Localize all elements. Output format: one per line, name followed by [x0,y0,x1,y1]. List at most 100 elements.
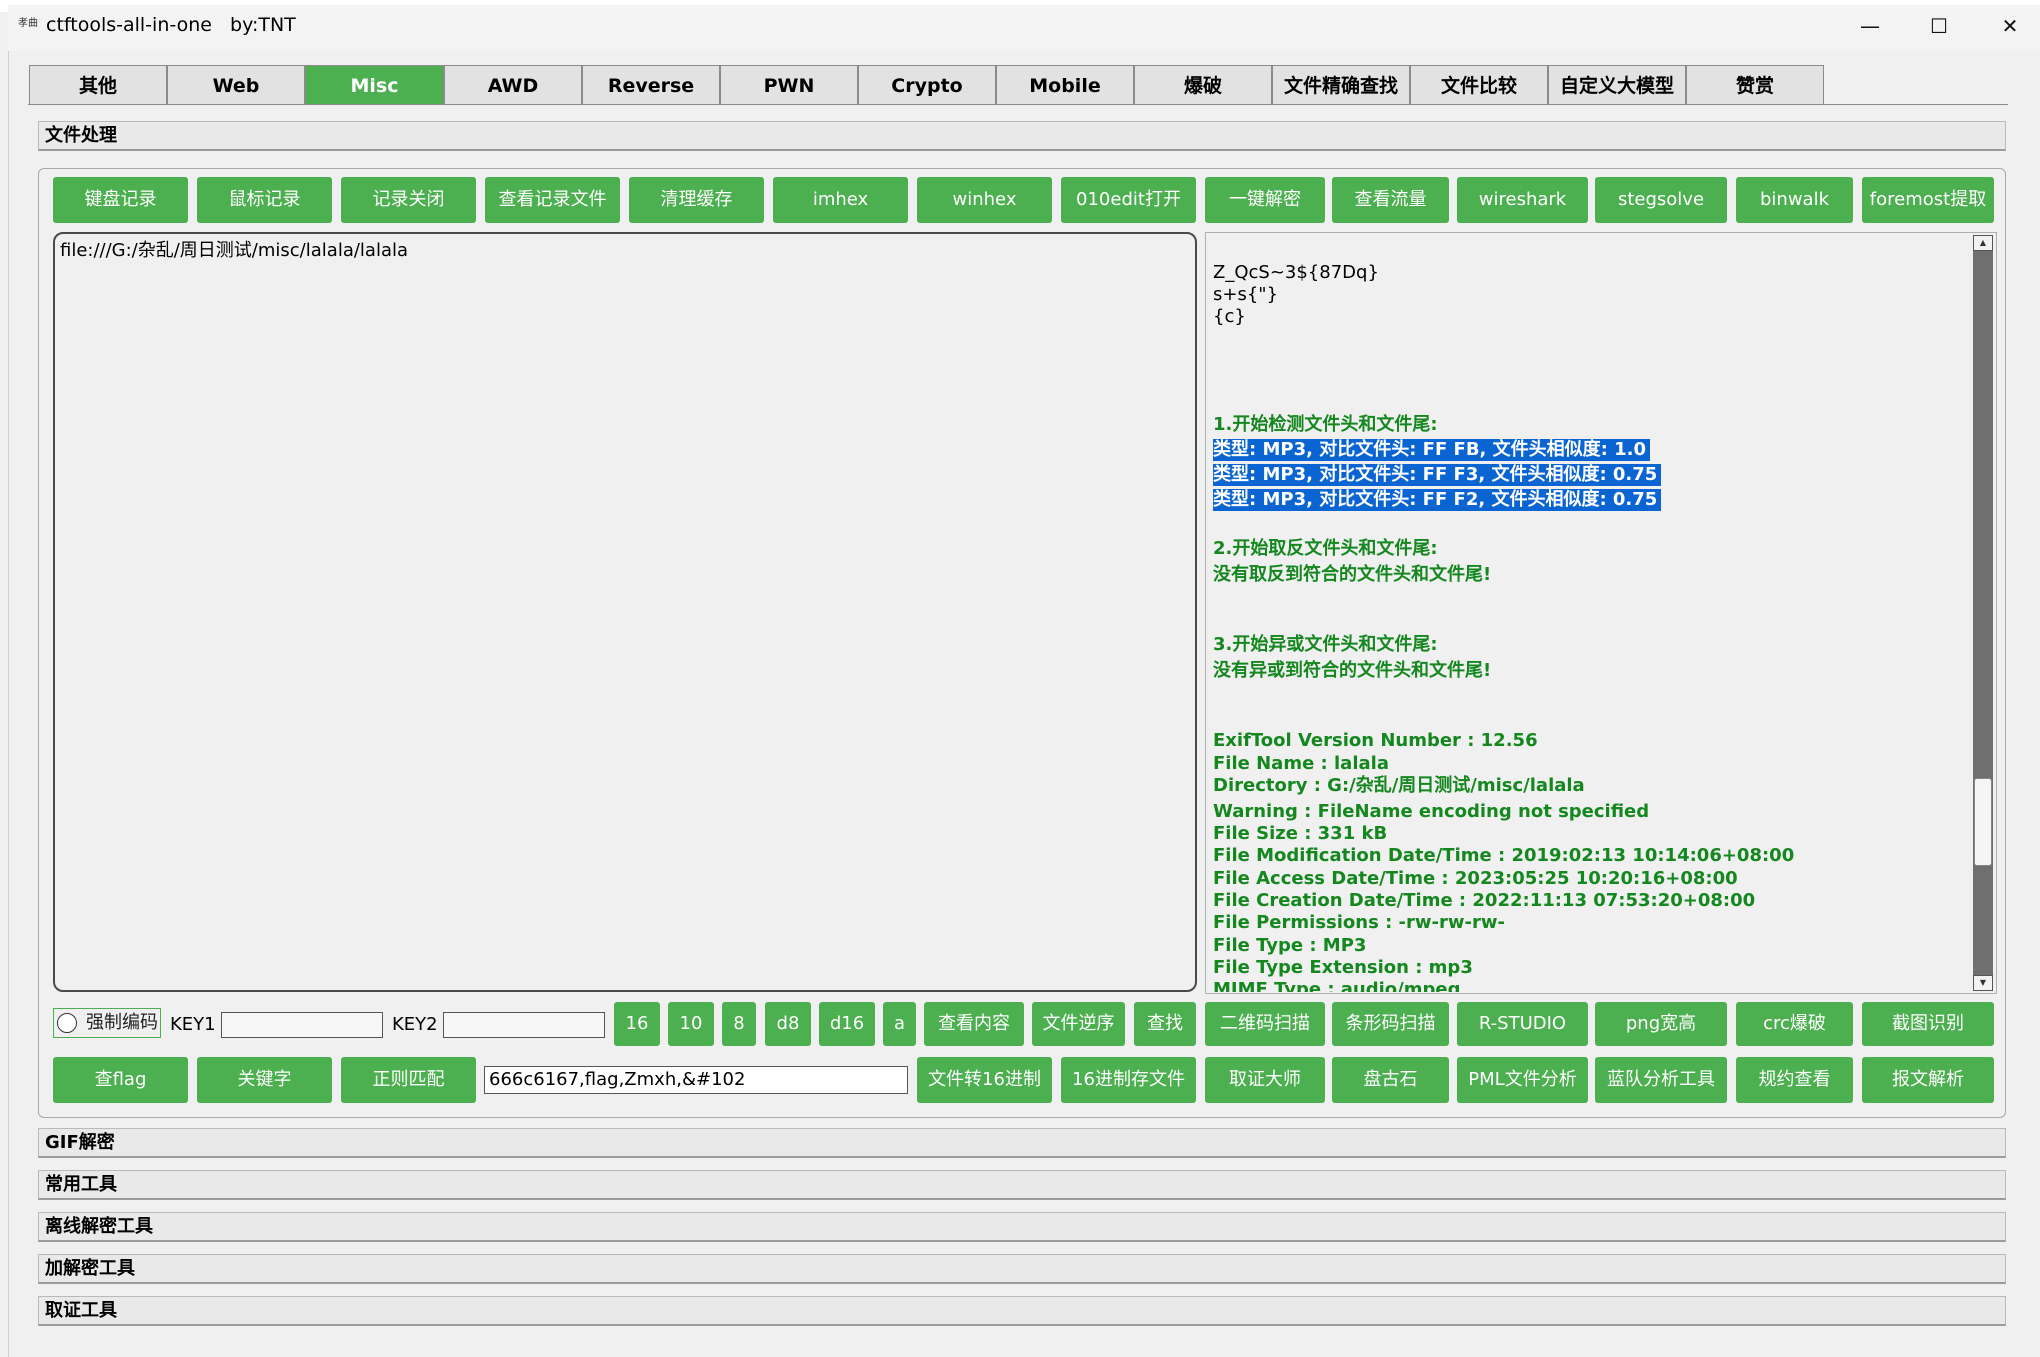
tab-reverse[interactable]: Reverse [582,65,720,105]
output-step1-title: 1.开始检测文件头和文件尾: [1213,414,1438,435]
output-scrollbar[interactable] [1973,235,1993,991]
title-bar [8,5,2040,51]
view-record-file-button[interactable]: 查看记录文件 [485,177,620,223]
hex-save-file-button[interactable]: 16进制存文件 [1061,1057,1196,1103]
base10-button[interactable]: 10 [668,1002,714,1046]
base8-button[interactable]: 8 [722,1002,756,1046]
section-gif-decrypt[interactable]: GIF解密 [38,1128,2006,1158]
d16-button[interactable]: d16 [819,1002,875,1046]
exif-clipped-line: MIME Type : audio/mpeg [1206,978,1972,992]
exif-line: Directory : G:/杂乱/周日测试/misc/lalala [1213,775,1585,796]
section-common-tools[interactable]: 常用工具 [38,1170,2006,1200]
scroll-down-arrow-icon[interactable]: ▼ [1973,975,1993,991]
output-raw-line: {c} [1213,306,1246,327]
file-reverse-button[interactable]: 文件逆序 [1032,1002,1125,1046]
tab-donate[interactable]: 赞赏 [1686,65,1824,105]
pml-analysis-button[interactable]: PML文件分析 [1457,1057,1588,1103]
exif-line: MIME Type : audio/mpeg [1213,979,1461,992]
tab-crypto[interactable]: Crypto [858,65,996,105]
key1-label: KEY1 [170,1014,216,1035]
app-icon: 孝曲 [18,18,38,29]
png-width-height-button[interactable]: png宽高 [1595,1002,1727,1046]
view-traffic-button[interactable]: 查看流量 [1332,177,1449,223]
tab-web[interactable]: Web [167,65,305,105]
find-button[interactable]: 查找 [1134,1002,1196,1046]
close-button[interactable]: ✕ [1990,12,2030,40]
keyboard-record-button[interactable]: 键盘记录 [53,177,188,223]
output-raw-line: s+s{"} [1213,284,1279,305]
binwalk-button[interactable]: binwalk [1736,177,1853,223]
output-step3-title: 3.开始异或文件头和文件尾: [1213,634,1438,655]
keyword-button[interactable]: 关键字 [197,1057,332,1103]
scroll-up-arrow-icon[interactable]: ▲ [1973,235,1993,251]
tab-awd[interactable]: AWD [444,65,582,105]
blue-team-tools-button[interactable]: 蓝队分析工具 [1595,1057,1727,1103]
key2-label: KEY2 [392,1014,438,1035]
foremost-extract-button[interactable]: foremost提取 [1862,177,1994,223]
base16-button[interactable]: 16 [614,1002,660,1046]
output-step1-result: 类型: MP3, 对比文件头: FF F3, 文件头相似度: 0.75 [1213,464,1662,486]
key2-input[interactable] [443,1012,605,1038]
search-pattern-input[interactable]: 666c6167,flag,Zmxh,&#102 [484,1066,908,1094]
exif-line: File Access Date/Time : 2023:05:25 10:20… [1213,868,1738,889]
output-raw-line: Z_QcS~3${87Dq} [1213,262,1379,283]
d8-button[interactable]: d8 [765,1002,811,1046]
output-step1-result: 类型: MP3, 对比文件头: FF FB, 文件头相似度: 1.0 [1213,439,1650,461]
one-click-decrypt-button[interactable]: 一键解密 [1205,177,1325,223]
maximize-button[interactable]: ☐ [1919,12,1959,40]
output-step2-result: 没有取反到符合的文件头和文件尾! [1213,564,1492,585]
tab-file-compare[interactable]: 文件比较 [1410,65,1548,105]
qr-scan-button[interactable]: 二维码扫描 [1205,1002,1325,1046]
section-forensics-tools[interactable]: 取证工具 [38,1296,2006,1326]
section-crypto-tools[interactable]: 加解密工具 [38,1254,2006,1284]
key1-input[interactable] [221,1012,383,1038]
exif-line: File Type Extension : mp3 [1213,957,1473,978]
tab-other[interactable]: 其他 [29,65,167,105]
tab-mobile[interactable]: Mobile [996,65,1134,105]
file-path-textarea[interactable] [53,232,1197,992]
imhex-button[interactable]: imhex [773,177,908,223]
force-encoding-checkbox[interactable] [57,1013,77,1033]
view-content-button[interactable]: 查看内容 [924,1002,1024,1046]
stegsolve-button[interactable]: stegsolve [1595,177,1727,223]
record-close-button[interactable]: 记录关闭 [341,177,476,223]
tab-custom-llm[interactable]: 自定义大模型 [1548,65,1686,105]
packet-parse-button[interactable]: 报文解析 [1862,1057,1994,1103]
scrollbar-thumb[interactable] [1974,778,1992,866]
clear-cache-button[interactable]: 清理缓存 [629,177,764,223]
file-path-text: file:///G:/杂乱/周日测试/misc/lalala/lalala [60,240,409,261]
output-step1-result: 类型: MP3, 对比文件头: FF F2, 文件头相似度: 0.75 [1213,489,1662,511]
exif-line: File Name : lalala [1213,753,1389,774]
tab-file-exact-search[interactable]: 文件精确查找 [1272,65,1410,105]
exif-line: File Creation Date/Time : 2022:11:13 07:… [1213,890,1756,911]
file-to-hex-button[interactable]: 文件转16进制 [917,1057,1052,1103]
exif-line: Warning : FileName encoding not specifie… [1213,801,1650,822]
protocol-view-button[interactable]: 规约查看 [1736,1057,1853,1103]
screenshot-ocr-button[interactable]: 截图识别 [1862,1002,1994,1046]
barcode-scan-button[interactable]: 条形码扫描 [1332,1002,1449,1046]
pangu-stone-button[interactable]: 盘古石 [1332,1057,1449,1103]
mouse-record-button[interactable]: 鼠标记录 [197,177,332,223]
section-file-processing[interactable]: 文件处理 [38,121,2006,151]
winhex-button[interactable]: winhex [917,177,1052,223]
r-studio-button[interactable]: R-STUDIO [1457,1002,1588,1046]
output-step3-result: 没有异或到符合的文件头和文件尾! [1213,660,1492,681]
exif-line: File Modification Date/Time : 2019:02:13… [1213,845,1795,866]
forensics-master-button[interactable]: 取证大师 [1205,1057,1325,1103]
regex-match-button[interactable]: 正则匹配 [341,1057,476,1103]
crc-brute-button[interactable]: crc爆破 [1736,1002,1853,1046]
find-flag-button[interactable]: 查flag [53,1057,188,1103]
exif-line: ExifTool Version Number : 12.56 [1213,730,1538,751]
output-step2-title: 2.开始取反文件头和文件尾: [1213,538,1438,559]
exif-line: File Type : MP3 [1213,935,1367,956]
tab-misc[interactable]: Misc [305,65,444,105]
exif-line: File Size : 331 kB [1213,823,1388,844]
force-encoding-label: 强制编码 [86,1012,158,1033]
010edit-open-button[interactable]: 010edit打开 [1061,177,1196,223]
minimize-button[interactable]: — [1850,12,1890,40]
tab-pwn[interactable]: PWN [720,65,858,105]
a-button[interactable]: a [883,1002,916,1046]
section-offline-decrypt-tools[interactable]: 离线解密工具 [38,1212,2006,1242]
tab-brute-force[interactable]: 爆破 [1134,65,1272,105]
wireshark-button[interactable]: wireshark [1457,177,1588,223]
